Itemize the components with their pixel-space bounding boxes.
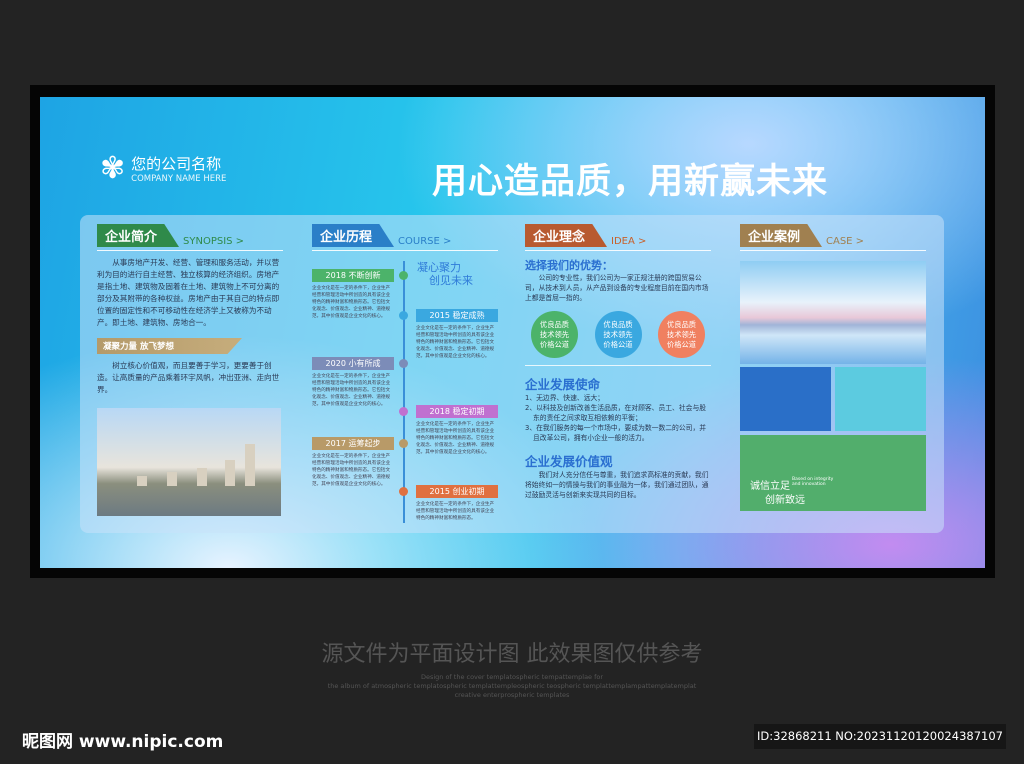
advantage-circle: 优良品质 技术领先 价格公道 (658, 311, 705, 358)
synopsis-text: 从事房地产开发、经营、管理和服务活动，并以营利为目的进行自主经营、独立核算的经济… (97, 258, 280, 327)
case-motto-en: Based on integrity and innovation (792, 477, 834, 487)
case-title: 企业案例 (740, 224, 823, 247)
timeline-label: 2015 稳定成熟 (416, 309, 498, 322)
city-photo (97, 408, 281, 516)
timeline-item: 2018 稳定初期企业文化是在一定的条件下，企业生产经营和管理活动中所创造的具有… (416, 405, 498, 456)
slogan: 用心造品质，用新赢未来 (432, 162, 829, 202)
case-link[interactable]: CASE > (826, 236, 864, 247)
synopsis-subtitle: 凝聚力量 放飞梦想 (97, 338, 242, 354)
timeline-label: 2018 稳定初期 (416, 405, 498, 418)
timeline-label: 2015 创业初期 (416, 485, 498, 498)
timeline-axis (403, 261, 405, 523)
display-board: ✾ 您的公司名称 COMPANY NAME HERE 用心造品质，用新赢未来 企业… (40, 97, 985, 568)
timeline-dot (399, 487, 408, 496)
timeline-label: 2018 不断创新 (312, 269, 394, 282)
course-title: 企业历程 (312, 224, 395, 247)
advantage-title: 选择我们的优势： (525, 259, 613, 272)
timeline-dot (399, 359, 408, 368)
company-name-en: COMPANY NAME HERE (131, 174, 227, 184)
case-tile-blue (740, 367, 831, 431)
advantage-circle: 优良品质 技术领先 价格公道 (594, 311, 642, 358)
mission-title: 企业发展使命 (525, 377, 601, 392)
mission-item: 1、无边界、快速、远大； (525, 394, 605, 402)
company-logo: ✾ 您的公司名称 COMPANY NAME HERE (100, 153, 226, 184)
timeline-item: 2015 稳定成熟企业文化是在一定的条件下，企业生产经营和管理活动中所创造的具有… (416, 309, 498, 360)
timeline-text: 企业文化是在一定的条件下，企业生产经营和管理活动中所创造的具有该企业特色的精神财… (416, 502, 495, 521)
synopsis-subtext: 树立核心价值观，而且要善于学习，更要善于创造。让高质量的产品乘着环宇风帆，冲出亚… (97, 361, 280, 394)
synopsis-title: 企业简介 (97, 224, 180, 247)
timeline-dot (399, 311, 408, 320)
idea-title: 企业理念 (525, 224, 608, 247)
synopsis-column: 企业简介 SYNOPSIS > 从事房地产开发、经营、管理和服务活动，并以营利为目… (97, 224, 283, 516)
values-title: 企业发展价值观 (525, 454, 613, 469)
course-link[interactable]: COURSE > (398, 236, 451, 247)
case-tile-green: 诚信立足 Based on integrity and innovation 创… (740, 435, 926, 511)
idea-link[interactable]: IDEA > (611, 236, 646, 247)
mission-item: 2、以科技及创新改善生活品质，在对顾客、员工、社会与股东的责任之间求取互相依赖的… (525, 404, 707, 422)
timeline-label: 2020 小有所成 (312, 357, 394, 370)
site-watermark[interactable]: 昵图网 www.nipic.com (22, 727, 223, 752)
flower-logo-icon: ✾ (100, 150, 126, 186)
timeline-item: 2018 不断创新企业文化是在一定的条件下，企业生产经营和管理活动中所创造的具有… (312, 269, 394, 320)
case-column: 企业案例 CASE > 诚信立足 Based on integrity and i… (740, 224, 926, 511)
mission-item: 3、在我们服务的每一个市场中，要成为数一数二的公司，并且改革公司，拥有小企业一般… (525, 424, 707, 442)
advantage-circle: 优良品质 技术领先 价格公道 (531, 311, 578, 358)
timeline-label: 2017 运筹起步 (312, 437, 394, 450)
notice-text: 源文件为平面设计图 此效果图仅供参考 (321, 642, 703, 667)
notice-english: Design of the cover templatospheric temp… (327, 673, 697, 699)
timeline: 凝心聚力 创见未来 2018 不断创新企业文化是在一定的条件下，企业生产经营和管理… (312, 257, 498, 525)
divider (525, 365, 711, 366)
company-name: 您的公司名称 (131, 155, 222, 173)
case-tile-cyan (835, 367, 926, 431)
values-text: 我们对人充分信任与尊重，我们追求高标准的贡献，我们将始终如一的情操与我们的事业融… (525, 471, 709, 499)
idea-column: 企业理念 IDEA > 选择我们的优势： 公司的专业性，我们公司为一家正规注册的跨… (525, 224, 711, 500)
synopsis-link[interactable]: SYNOPSIS > (183, 236, 244, 247)
timeline-text: 企业文化是在一定的条件下，企业生产经营和管理活动中所创造的具有该企业特色的精神财… (312, 374, 391, 407)
case-motto-1: 诚信立足 (750, 481, 790, 492)
bay-photo (740, 261, 926, 364)
timeline-text: 企业文化是在一定的条件下，企业生产经营和管理活动中所创造的具有该企业特色的精神财… (312, 286, 391, 319)
timeline-dot (399, 407, 408, 416)
timeline-dot (399, 271, 408, 280)
timeline-text: 企业文化是在一定的条件下，企业生产经营和管理活动中所创造的具有该企业特色的精神财… (312, 454, 391, 487)
case-motto-2: 创新致远 (765, 495, 805, 506)
timeline-item: 2017 运筹起步企业文化是在一定的条件下，企业生产经营和管理活动中所创造的具有… (312, 437, 394, 488)
course-motto: 凝心聚力 创见未来 (417, 261, 473, 287)
timeline-text: 企业文化是在一定的条件下，企业生产经营和管理活动中所创造的具有该企业特色的精神财… (416, 326, 495, 359)
image-id: ID:32868211 NO:20231120120024387107 (754, 724, 1006, 749)
advantage-text: 公司的专业性，我们公司为一家正规注册的跨国贸易公司，从技术到人员，从产品到设备的… (525, 274, 709, 302)
timeline-text: 企业文化是在一定的条件下，企业生产经营和管理活动中所创造的具有该企业特色的精神财… (416, 422, 495, 455)
timeline-dot (399, 439, 408, 448)
timeline-item: 2015 创业初期企业文化是在一定的条件下，企业生产经营和管理活动中所创造的具有… (416, 485, 498, 522)
course-column: 企业历程 COURSE > 凝心聚力 创见未来 2018 不断创新企业文化是在一定的… (312, 224, 498, 525)
timeline-item: 2020 小有所成企业文化是在一定的条件下，企业生产经营和管理活动中所创造的具有… (312, 357, 394, 408)
